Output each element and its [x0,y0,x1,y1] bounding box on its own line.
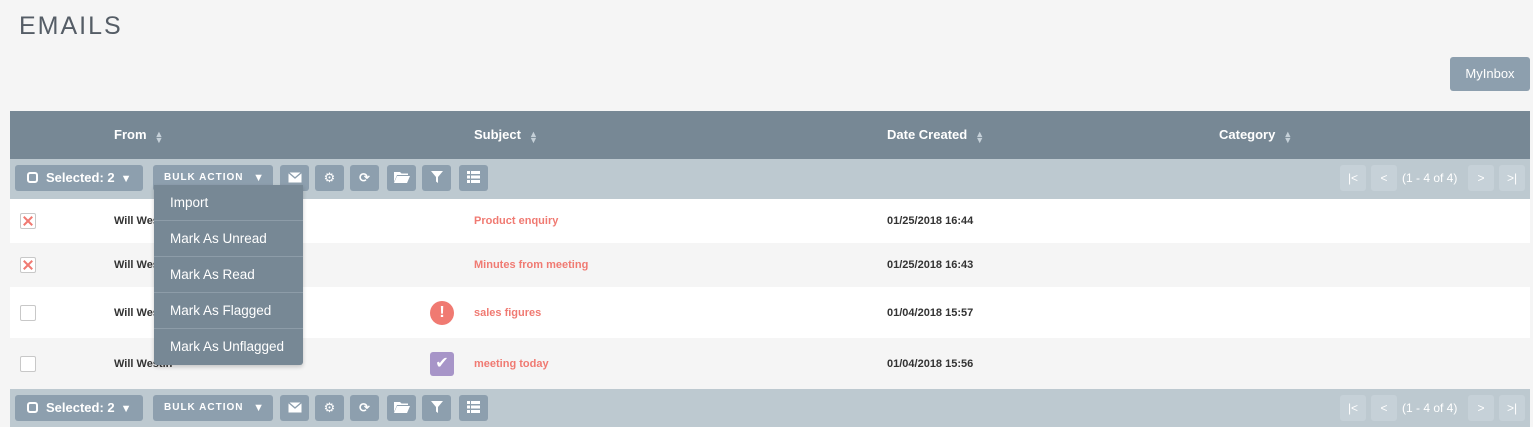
settings-button[interactable]: ⚙ [315,165,344,191]
row-date: 01/25/2018 16:43 [887,259,974,271]
menu-item-mark-as-flagged[interactable]: Mark As Flagged [154,293,303,329]
row-date: 01/25/2018 16:44 [887,215,974,227]
column-from[interactable]: From ▲ ▼ [114,111,163,159]
table-header: From ▲ ▼ Subject ▲ ▼ Date Created ▲ ▼ Category… [10,111,1530,159]
row-date: 01/04/2018 15:56 [887,357,974,370]
refresh-icon: ⟳ [359,400,370,415]
next-page-button[interactable]: > [1468,395,1494,421]
row-subject[interactable]: Minutes from meeting [474,243,588,287]
page-title: EMAILS [19,12,123,40]
select-all-checkbox-icon [27,402,38,413]
row-checkbox[interactable] [20,213,36,229]
bulk-action-button[interactable]: BULK ACTION ▼ [153,395,273,421]
select-all-checkbox-icon [27,172,38,183]
column-subject[interactable]: Subject ▲ ▼ [474,111,538,159]
myinbox-button[interactable]: MyInbox [1450,57,1530,91]
last-page-button[interactable]: >| [1499,395,1525,421]
row-checkbox[interactable] [20,355,36,372]
envelope-icon [287,171,302,183]
pagination-text: (1 - 4 of 4) [1402,171,1458,185]
gear-icon: ⚙ [323,400,336,415]
last-page-button[interactable]: >| [1499,165,1525,191]
column-chooser-button[interactable] [459,395,488,421]
prev-page-button[interactable]: < [1371,395,1397,421]
filter-button[interactable] [422,395,451,421]
menu-item-import[interactable]: Import [154,185,303,221]
prev-page-button[interactable]: < [1371,165,1397,191]
list-icon [467,171,480,183]
refresh-button[interactable]: ⟳ [350,395,379,421]
row-date: 01/04/2018 15:57 [887,306,974,319]
next-page-button[interactable]: > [1468,165,1494,191]
refresh-icon: ⟳ [359,170,370,185]
column-category[interactable]: Category ▲ ▼ [1219,111,1292,159]
compose-email-button[interactable] [280,395,309,421]
column-chooser-button[interactable] [459,165,488,191]
bulk-action-menu: Import Mark As Unread Mark As Read Mark … [154,185,303,365]
row-subject[interactable]: sales figures [474,287,541,338]
first-page-button[interactable]: |< [1340,395,1366,421]
pagination-text: (1 - 4 of 4) [1402,401,1458,415]
list-icon [467,401,480,413]
caret-down-icon: ▼ [120,173,132,185]
first-page-button[interactable]: |< [1340,165,1366,191]
selected-count-button[interactable]: Selected: 2 ▼ [15,395,143,421]
menu-item-mark-as-read[interactable]: Mark As Read [154,257,303,293]
row-subject[interactable]: Product enquiry [474,199,558,243]
row-subject[interactable]: meeting today [474,338,549,389]
caret-down-icon: ▼ [120,403,132,415]
sort-icon: ▲ ▼ [154,128,164,145]
folder-icon [393,402,410,413]
folders-button[interactable] [387,395,416,421]
folder-icon [393,172,410,183]
filter-icon [430,401,443,413]
caret-down-icon: ▼ [253,402,265,414]
menu-item-mark-as-unflagged[interactable]: Mark As Unflagged [154,329,303,365]
sort-icon: ▲ ▼ [975,128,985,145]
filter-icon [430,171,443,183]
menu-item-mark-as-unread[interactable]: Mark As Unread [154,221,303,257]
checked-icon: ✔ [430,351,454,376]
filter-button[interactable] [422,165,451,191]
flagged-icon: ! [430,300,454,325]
action-toolbar-bottom: Selected: 2 ▼ BULK ACTION ▼ ⚙ ⟳ |< < (1 - … [10,389,1530,427]
folders-button[interactable] [387,165,416,191]
refresh-button[interactable]: ⟳ [350,165,379,191]
envelope-icon [287,401,302,413]
sort-icon: ▲ ▼ [528,128,538,145]
settings-button[interactable]: ⚙ [315,395,344,421]
sort-icon: ▲ ▼ [1283,128,1293,145]
row-checkbox[interactable] [20,257,36,273]
row-checkbox[interactable] [20,304,36,321]
column-date-created[interactable]: Date Created ▲ ▼ [887,111,984,159]
gear-icon: ⚙ [323,170,336,185]
selected-count-button[interactable]: Selected: 2 ▼ [15,165,143,191]
